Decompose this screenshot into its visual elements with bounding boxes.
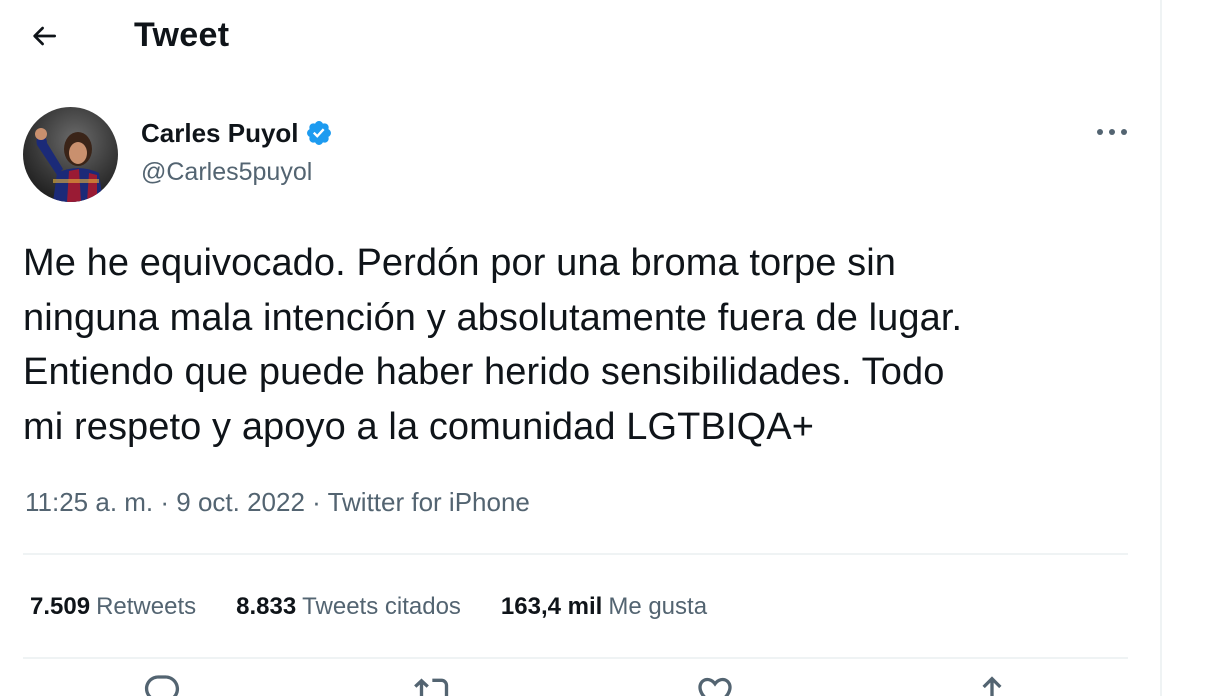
avatar-photo bbox=[23, 107, 118, 202]
tweet-detail-page: Tweet Carles Puyol @Carles5puyol Me he e… bbox=[0, 0, 1224, 696]
quotes-count: 8.833 bbox=[236, 593, 297, 620]
heart-icon bbox=[698, 677, 732, 696]
divider bbox=[23, 657, 1128, 659]
column-divider bbox=[1160, 0, 1162, 696]
arrow-left-icon bbox=[33, 26, 56, 46]
author-name[interactable]: Carles Puyol bbox=[141, 116, 333, 150]
back-button[interactable] bbox=[22, 14, 66, 58]
more-options-button[interactable] bbox=[1090, 114, 1134, 150]
reply-button[interactable] bbox=[142, 672, 182, 696]
likes-label: Me gusta bbox=[608, 593, 708, 620]
more-horizontal-icon bbox=[1097, 129, 1127, 135]
retweets-label: Retweets bbox=[96, 593, 197, 620]
avatar[interactable] bbox=[23, 107, 118, 202]
retweet-button[interactable] bbox=[414, 672, 454, 696]
like-button[interactable] bbox=[695, 672, 735, 696]
tweet-time[interactable]: 11:25 a. m. bbox=[25, 487, 153, 517]
author-handle[interactable]: @Carles5puyol bbox=[141, 155, 312, 189]
likes-count: 163,4 mil bbox=[500, 593, 603, 620]
retweets-count: 7.509 bbox=[30, 593, 91, 620]
tweet-text: Me he equivocado. Perdón por una broma t… bbox=[23, 242, 963, 448]
tweet-source[interactable]: Twitter for iPhone bbox=[328, 487, 530, 517]
verified-badge-icon bbox=[306, 121, 331, 145]
share-icon bbox=[982, 676, 1002, 696]
quotes-label: Tweets citados bbox=[302, 593, 461, 620]
likes-stat[interactable]: 163,4 mil Me gusta bbox=[501, 590, 707, 624]
retweets-stat[interactable]: 7.509 Retweets bbox=[30, 590, 196, 624]
tweet-date[interactable]: 9 oct. 2022 bbox=[176, 487, 305, 517]
retweet-icon bbox=[414, 678, 449, 696]
quotes-stat[interactable]: 8.833 Tweets citados bbox=[236, 590, 461, 624]
tweet-actions-bar bbox=[0, 672, 1160, 696]
share-button[interactable] bbox=[972, 672, 1012, 696]
divider bbox=[23, 553, 1128, 555]
page-header: Tweet bbox=[0, 0, 1160, 72]
meta-separator: · bbox=[304, 487, 328, 517]
meta-separator: · bbox=[153, 487, 177, 517]
reply-icon bbox=[144, 675, 180, 696]
tweet-metadata: 11:25 a. m. · 9 oct. 2022 · Twitter for … bbox=[25, 484, 530, 520]
tweet-stats: 7.509 Retweets 8.833 Tweets citados 163,… bbox=[30, 590, 747, 624]
page-title: Tweet bbox=[134, 16, 230, 54]
author-name-text: Carles Puyol bbox=[141, 118, 299, 148]
